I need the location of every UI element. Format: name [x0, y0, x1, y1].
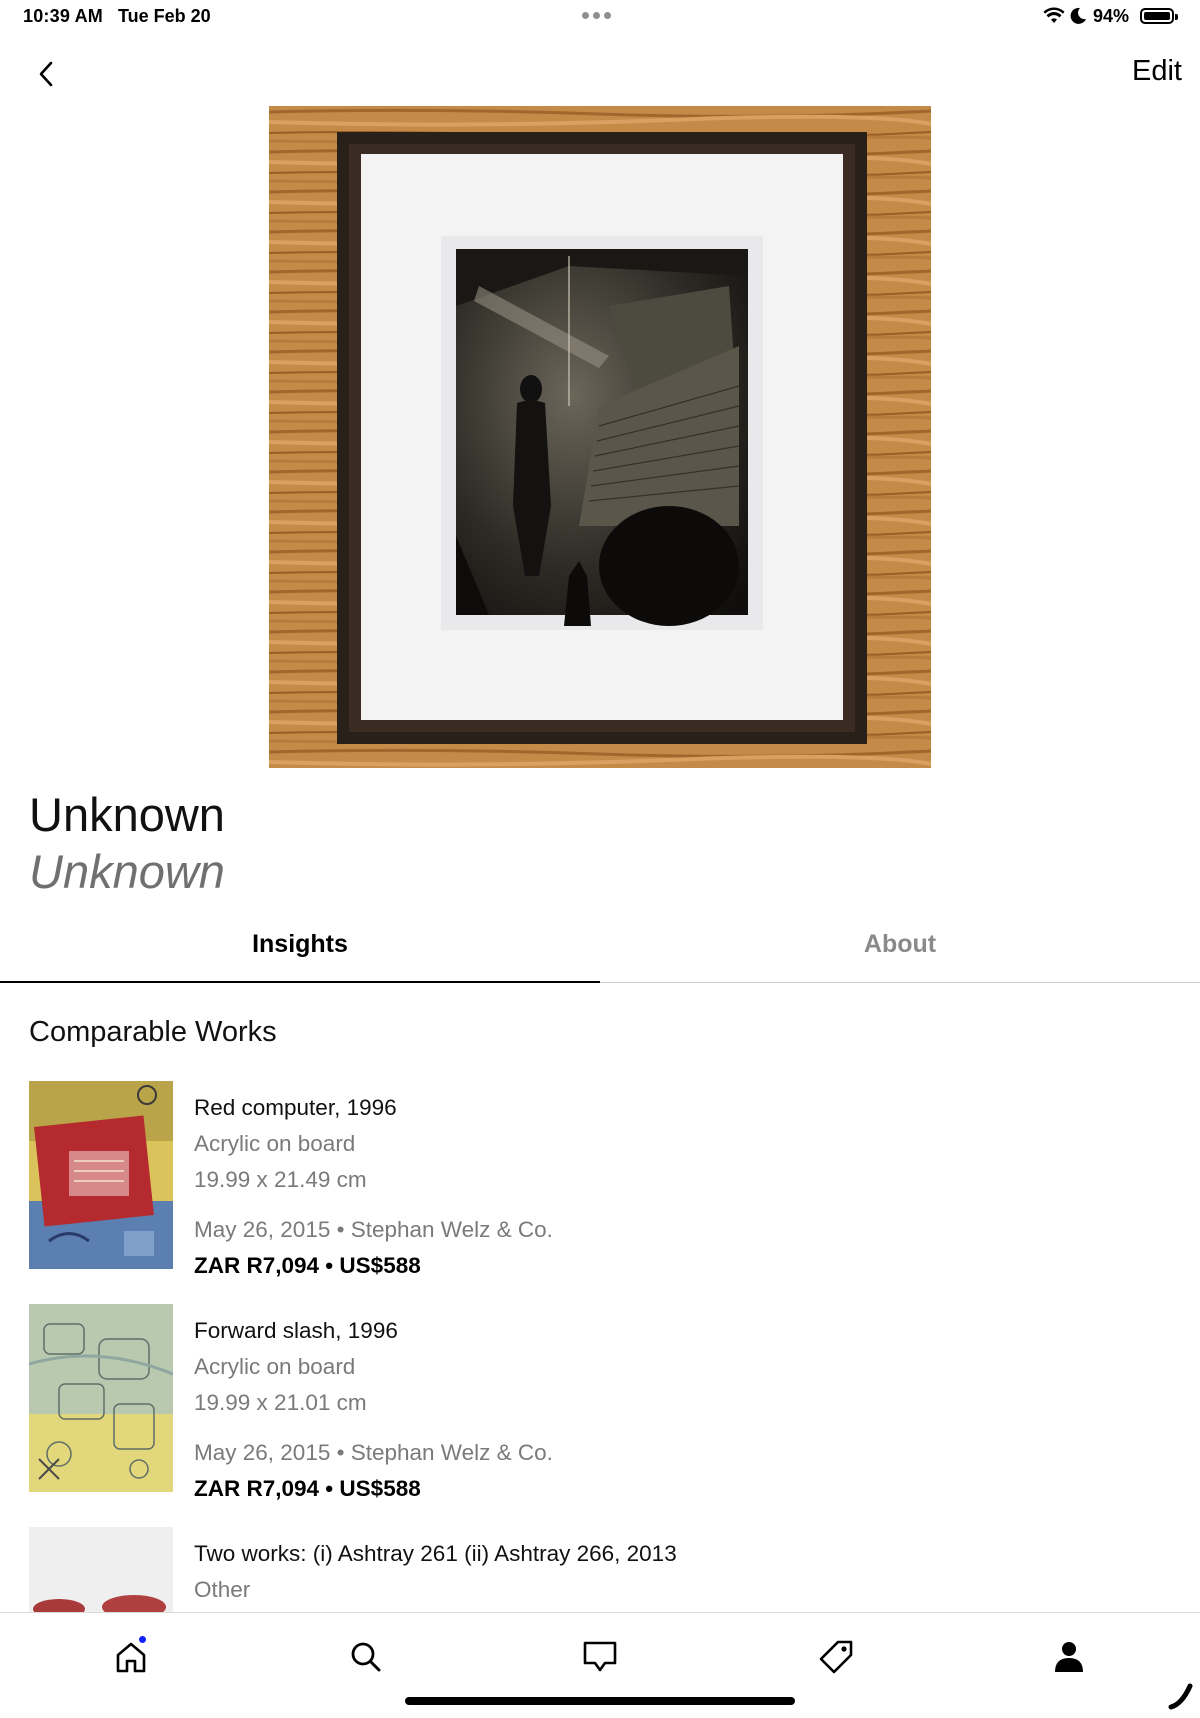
comparable-work-item[interactable]: Two works: (i) Ashtray 261 (ii) Ashtray …: [29, 1527, 1179, 1612]
artwork-image: [269, 106, 931, 768]
tab-about[interactable]: About: [600, 930, 1200, 982]
comparable-work-sale-info: May 26, 2015 • Stephan Welz & Co.: [194, 1440, 553, 1465]
notification-dot: [139, 1636, 146, 1643]
comparable-work-price: ZAR R7,094 • US$588: [194, 1476, 421, 1501]
chevron-left-icon: [39, 61, 53, 87]
battery-percent: 94%: [1093, 6, 1130, 26]
nav-home[interactable]: [101, 1633, 161, 1683]
inbox-icon: [583, 1641, 617, 1672]
status-bar: 10:39 AM Tue Feb 20 94%: [0, 0, 1200, 36]
status-time: 10:39 AM: [23, 6, 103, 26]
comparable-work-thumbnail: [29, 1527, 173, 1612]
comparable-work-title: Two works: (i) Ashtray 261 (ii) Ashtray …: [194, 1541, 677, 1566]
edit-button[interactable]: Edit: [1110, 55, 1182, 95]
search-icon: [351, 1642, 381, 1672]
comparable-works-heading: Comparable Works: [29, 1016, 277, 1048]
nav-profile[interactable]: [1039, 1633, 1099, 1683]
comparable-work-title: Forward slash, 1996: [194, 1318, 398, 1343]
back-button[interactable]: [28, 54, 64, 94]
framed-artwork-illustration: [269, 106, 931, 768]
comparable-work-thumbnail: [29, 1081, 173, 1269]
comparable-work-medium: Other: [194, 1577, 251, 1602]
pencil-scribble-icon: [1168, 1683, 1193, 1710]
comparable-work-price: ZAR R7,094 • US$588: [194, 1253, 421, 1278]
nav-inbox[interactable]: [570, 1633, 630, 1683]
comparable-work-dimensions: 19.99 x 21.49 cm: [194, 1167, 367, 1192]
comparable-work-item[interactable]: Forward slash, 1996 Acrylic on board 19.…: [29, 1304, 1179, 1501]
comparable-work-thumbnail: [29, 1304, 173, 1492]
multitasking-dots-icon[interactable]: [580, 6, 620, 26]
nav-search[interactable]: [336, 1633, 396, 1683]
battery-icon: [1140, 8, 1178, 24]
wifi-icon: [1043, 7, 1065, 23]
artist-name: Unknown: [29, 788, 225, 841]
home-icon: [116, 1642, 146, 1673]
sell-tag-icon: [819, 1640, 853, 1674]
comparable-work-dimensions: 19.99 x 21.01 cm: [194, 1390, 367, 1415]
comparable-work-medium: Acrylic on board: [194, 1131, 356, 1156]
moon-icon: [1070, 7, 1086, 24]
nav-sell[interactable]: [806, 1633, 866, 1683]
tab-insights[interactable]: Insights: [0, 930, 600, 982]
home-indicator[interactable]: [405, 1697, 795, 1705]
profile-icon: [1055, 1642, 1083, 1672]
active-tab-indicator: [0, 981, 600, 983]
comparable-work-title: Red computer, 1996: [194, 1095, 397, 1120]
artwork-title: Unknown: [29, 845, 225, 898]
comparable-work-medium: Acrylic on board: [194, 1354, 356, 1379]
comparable-work-sale-info: May 26, 2015 • Stephan Welz & Co.: [194, 1217, 553, 1242]
comparable-work-item[interactable]: Red computer, 1996 Acrylic on board 19.9…: [29, 1081, 1179, 1278]
status-date: Tue Feb 20: [118, 6, 211, 26]
